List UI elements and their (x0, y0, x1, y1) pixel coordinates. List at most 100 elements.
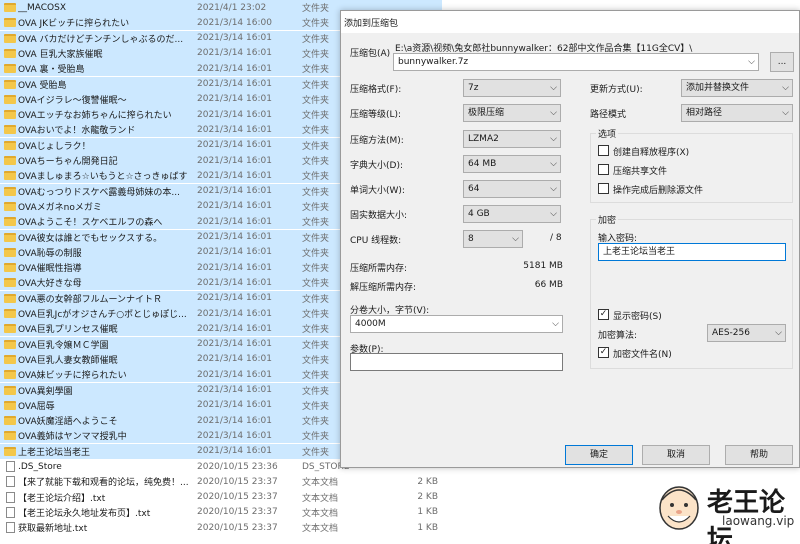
folder-icon (4, 400, 16, 410)
update-label: 更新方式(U): (590, 85, 643, 95)
cancel-button[interactable]: 取消 (642, 445, 710, 465)
item-type: 文本文档 (302, 493, 339, 504)
method-value: LZMA2 (468, 134, 499, 144)
item-date: 2021/3/14 16:01 (197, 339, 272, 350)
chevron-down-icon: ⌵ (550, 184, 557, 194)
file-icon (6, 476, 15, 488)
chevron-down-icon: ⌵ (782, 108, 789, 118)
item-name: OVA巨乳令嬢ＭＣ学園 (18, 340, 109, 351)
format-select[interactable]: 7z ⌵ (463, 79, 561, 97)
item-date: 2020/10/15 23:37 (197, 522, 278, 533)
add-to-archive-dialog: 添加到压缩包 压缩包(A) E:\a资源\视频\兔女郎社bunnywalker：… (340, 10, 800, 468)
item-date: 2021/3/14 16:01 (197, 170, 272, 181)
pathmode-label: 路径模式 (590, 110, 627, 120)
mem-decompress-label: 解压缩所需内存: (350, 283, 417, 293)
show-password-checkbox[interactable]: ✓ (598, 309, 609, 320)
item-type: 文件夹 (302, 141, 330, 152)
item-type: 文件夹 (302, 310, 330, 320)
item-name: __MACOSX (18, 2, 67, 13)
item-type: 文本文档 (302, 524, 339, 535)
item-type: 文件夹 (302, 126, 330, 137)
solid-select[interactable]: 4 GB ⌵ (463, 205, 561, 223)
list-item[interactable]: 【来了就能下载和观看的论坛，纯免费！... 2020/10/15 23:37 文本文… (0, 474, 442, 489)
item-name: OVA巨乳Jcがオジさんチ○ポとじゅぽじ... (18, 310, 187, 320)
threads-max: / 8 (550, 233, 562, 243)
threads-value: 8 (468, 234, 474, 244)
help-button[interactable]: 帮助 (725, 445, 793, 465)
item-name: OVA異剣學園 (18, 386, 73, 397)
item-date: 2021/3/14 16:01 (197, 400, 272, 411)
item-type: 文件夹 (302, 65, 330, 76)
item-date: 2021/3/14 16:01 (197, 323, 272, 334)
show-password-label: 显示密码(S) (613, 312, 662, 322)
update-value: 添加并替换文件 (686, 83, 750, 93)
word-value: 64 (468, 184, 480, 194)
folder-icon (4, 293, 16, 303)
params-input[interactable] (350, 353, 563, 371)
item-date: 2021/3/14 16:01 (197, 48, 272, 59)
item-type: 文件夹 (302, 279, 330, 290)
item-date: 2021/3/14 16:01 (197, 430, 272, 441)
archive-name-combo[interactable]: bunnywalker.7z ⌵ (393, 53, 759, 71)
list-item[interactable]: 获取最新地址.txt 2020/10/15 23:37 文本文档 1 KB (0, 520, 442, 535)
item-name: OVA催眠性指導 (18, 264, 82, 275)
folder-icon (4, 247, 16, 257)
ok-button[interactable]: 确定 (565, 445, 633, 465)
delete-checkbox[interactable] (598, 183, 609, 194)
item-date: 2020/10/15 23:36 (197, 461, 278, 472)
item-size: 1 KB (417, 522, 438, 533)
password-input[interactable]: 上老王论坛当老王 (598, 243, 786, 261)
folder-icon (4, 3, 16, 12)
method-select[interactable]: LZMA2 ⌵ (463, 130, 561, 148)
split-value: 4000M (355, 319, 386, 329)
list-item[interactable]: 【老王论坛介绍】.txt 2020/10/15 23:37 文本文档 2 KB (0, 490, 442, 505)
item-name: OVAメガネnoメガミ (18, 202, 102, 213)
item-name: OVA 受胎島 (18, 80, 67, 91)
item-name: OVAようこそ！スケベエルフの森へ (18, 218, 163, 229)
update-select[interactable]: 添加并替换文件 ⌵ (681, 79, 793, 97)
folder-icon (4, 431, 16, 441)
folder-icon (4, 232, 16, 242)
encrypt-names-checkbox[interactable]: ✓ (598, 347, 609, 358)
item-size: 1 KB (417, 507, 438, 518)
item-name: OVAちーちゃん開発日記 (18, 157, 118, 167)
folder-icon (4, 156, 16, 165)
level-select[interactable]: 极限压缩 ⌵ (463, 104, 561, 122)
list-item[interactable]: 【老王论坛永久地址发布页】.txt 2020/10/15 23:37 文本文档 1 K… (0, 505, 442, 520)
solid-value: 4 GB (468, 209, 490, 219)
item-type: 文件夹 (302, 218, 330, 229)
item-type: 文本文档 (302, 508, 339, 519)
item-date: 2021/3/14 16:01 (197, 308, 272, 319)
item-type: 文件夹 (302, 80, 330, 91)
dict-select[interactable]: 64 MB ⌵ (463, 155, 561, 173)
item-type: 文件夹 (302, 111, 330, 122)
item-date: 2021/4/1 23:02 (197, 2, 267, 13)
item-date: 2021/3/14 16:01 (197, 293, 272, 304)
item-date: 2021/3/14 16:01 (197, 232, 272, 242)
item-type: 文件夹 (302, 248, 330, 259)
item-date: 2021/3/14 16:01 (197, 216, 272, 227)
item-type: 文件夹 (302, 19, 330, 30)
item-type: 文件夹 (302, 386, 330, 397)
dialog-titlebar[interactable]: 添加到压缩包 (341, 11, 799, 33)
threads-select[interactable]: 8 ⌵ (463, 230, 523, 248)
shared-checkbox[interactable] (598, 164, 609, 175)
watermark-url: laowang.vip (722, 514, 795, 528)
browse-button[interactable]: ... (770, 52, 794, 72)
split-combo[interactable]: 4000M ⌵ (350, 315, 563, 333)
item-type: 文件夹 (302, 340, 330, 351)
encryption-method-label: 加密算法: (598, 331, 638, 341)
item-name: .DS_Store (18, 461, 62, 472)
sfx-checkbox[interactable] (598, 145, 609, 156)
word-select[interactable]: 64 ⌵ (463, 180, 561, 198)
format-value: 7z (468, 83, 479, 93)
shared-label: 压缩共享文件 (613, 167, 668, 177)
pathmode-select[interactable]: 相对路径 ⌵ (681, 104, 793, 122)
item-date: 2020/10/15 23:37 (197, 476, 278, 487)
item-type: 文件夹 (302, 95, 330, 106)
item-type: 文件夹 (302, 447, 330, 458)
item-name: OVA 巨乳大家族催眠 (18, 49, 103, 60)
encrypt-names-label: 加密文件名(N) (613, 350, 672, 360)
item-name: OVA バカだけどチンチンしゃぶるのだ... (18, 34, 184, 45)
encryption-method-select[interactable]: AES-256 ⌵ (707, 324, 786, 342)
